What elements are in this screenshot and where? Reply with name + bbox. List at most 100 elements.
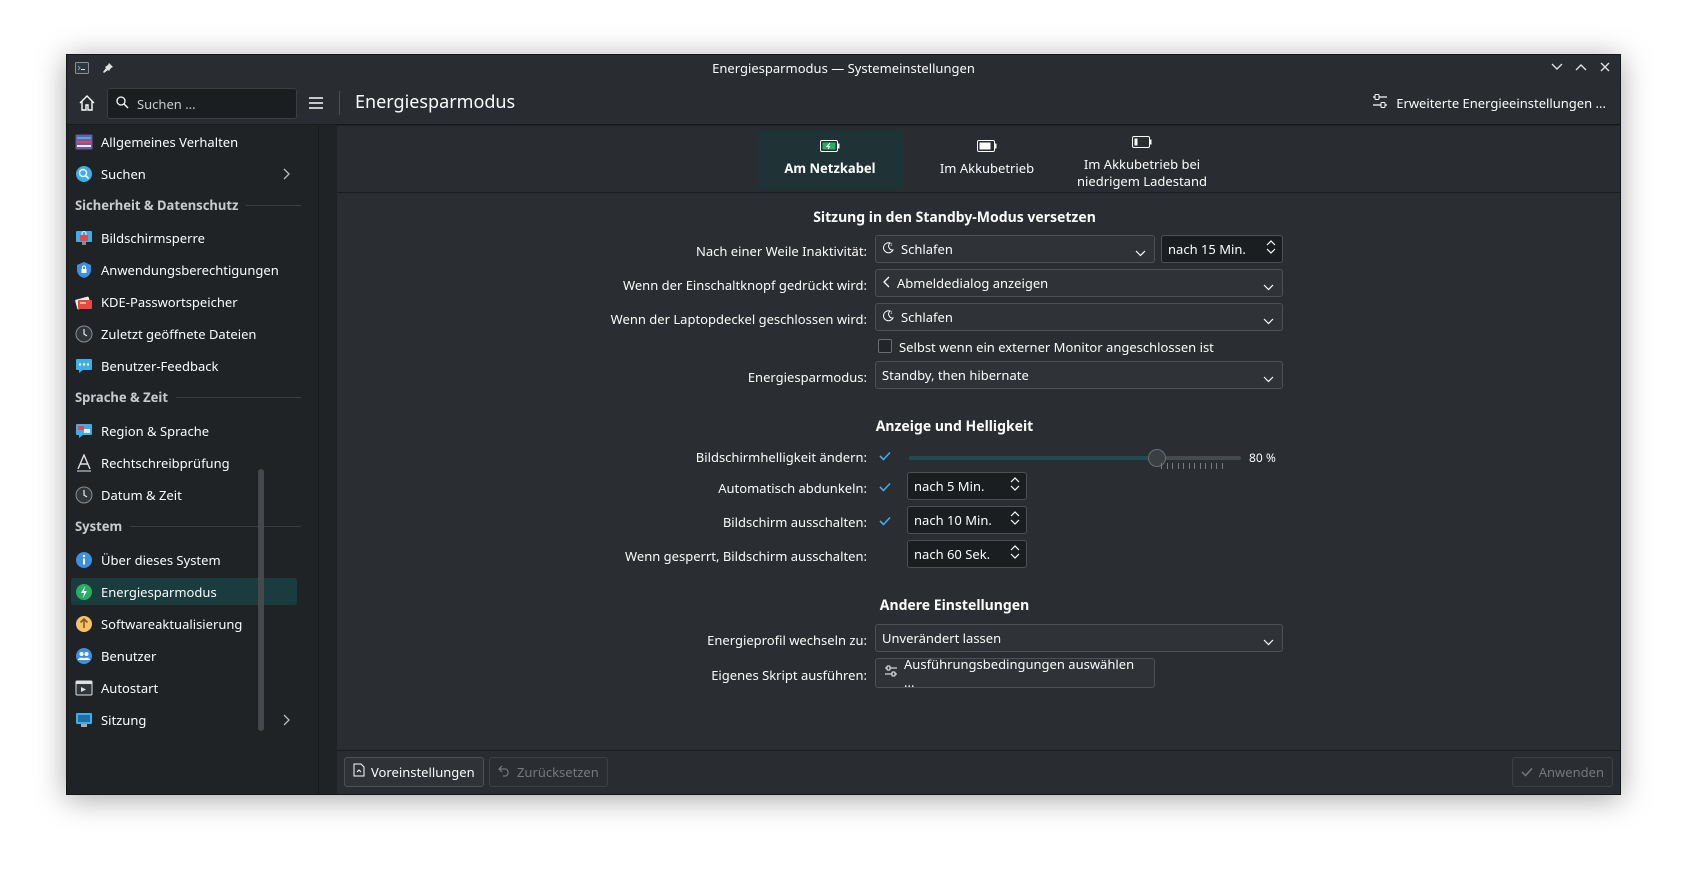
battery-low-icon xyxy=(1132,134,1152,150)
checkmark-icon[interactable] xyxy=(878,514,892,528)
app-menu-icon[interactable] xyxy=(73,59,91,77)
section-header-security: Sicherheit & Datenschutz xyxy=(75,196,301,214)
slider-tick xyxy=(1194,463,1196,469)
advanced-power-settings-button[interactable]: Erweiterte Energieeinstellungen ... xyxy=(1372,93,1606,113)
energy-profile-combo[interactable]: Unverändert lassen xyxy=(875,624,1283,652)
minimize-button[interactable] xyxy=(1548,58,1566,76)
slider-tick xyxy=(1161,463,1163,469)
spin-arrows-icon[interactable] xyxy=(1010,544,1020,560)
slider-tick xyxy=(1166,463,1168,469)
chevron-right-icon xyxy=(283,712,291,730)
locked-screen-off-spinbox[interactable]: nach 60 Sek. xyxy=(907,540,1027,568)
sidebar-item-kde-wallet[interactable]: KDE-Passwortspeicher xyxy=(71,288,297,315)
shield-icon xyxy=(75,261,93,279)
sidebar-item-recent-files[interactable]: Zuletzt geöffnete Dateien xyxy=(71,320,297,347)
sleep-icon: z xyxy=(882,240,895,258)
slider-tick xyxy=(1210,463,1212,469)
sidebar-item-search[interactable]: Suchen xyxy=(71,160,297,187)
checkmark-icon[interactable] xyxy=(878,480,892,494)
locked-screen-off-label: Wenn gesperrt, Bildschirm ausschalten: xyxy=(625,547,867,565)
chevron-down-icon xyxy=(1263,632,1274,650)
slider-tick xyxy=(1183,463,1185,469)
chevron-down-icon xyxy=(1263,311,1274,329)
chevron-down-icon xyxy=(1135,243,1146,261)
search-field[interactable] xyxy=(107,88,297,119)
slider-tick xyxy=(1172,463,1174,469)
sidebar-item-screen-lock[interactable]: Bildschirmsperre xyxy=(71,224,297,251)
energy-profile-label: Energieprofil wechseln zu: xyxy=(707,631,867,649)
advanced-button-label: Erweiterte Energieeinstellungen ... xyxy=(1396,94,1606,112)
reset-button[interactable]: Zurücksetzen xyxy=(489,757,608,787)
sidebar-item-general-behavior[interactable]: Allgemeines Verhalten xyxy=(71,128,297,155)
spin-arrows-icon[interactable] xyxy=(1010,510,1020,526)
footer-bar: Voreinstellungen Zurücksetzen Anwenden xyxy=(337,750,1620,794)
sliders-icon xyxy=(884,664,898,682)
users-icon xyxy=(75,647,93,665)
defaults-button[interactable]: Voreinstellungen xyxy=(344,757,484,787)
section-header-language-time: Sprache & Zeit xyxy=(75,388,301,406)
search-icon xyxy=(75,165,93,183)
spellcheck-icon xyxy=(75,453,93,472)
sleep-icon: z xyxy=(882,308,895,326)
clock-icon xyxy=(75,486,93,504)
close-button[interactable] xyxy=(1596,58,1614,76)
custom-script-label: Eigenes Skript ausführen: xyxy=(711,666,867,684)
chevron-right-icon xyxy=(283,166,291,184)
settings-window: Energiesparmodus — Systemeinstellungen S… xyxy=(66,54,1621,795)
lid-label: Wenn der Laptopdeckel geschlossen wird: xyxy=(610,310,867,328)
lid-action-combo[interactable]: z Schlafen xyxy=(875,303,1283,331)
chevron-down-icon xyxy=(1263,369,1274,387)
battery-icon xyxy=(977,138,997,154)
spin-arrows-icon[interactable] xyxy=(1266,239,1276,255)
slider-tick xyxy=(1188,463,1190,469)
feedback-icon xyxy=(75,357,93,375)
sidebar-item-app-permissions[interactable]: Anwendungsberechtigungen xyxy=(71,256,297,283)
search-input[interactable] xyxy=(135,93,285,114)
hamburger-menu-icon[interactable] xyxy=(305,92,327,114)
execution-conditions-button[interactable]: Ausführungsbedingungen auswählen ... xyxy=(875,655,1155,691)
power-button-action-combo[interactable]: Abmeldedialog anzeigen xyxy=(875,269,1283,297)
power-icon xyxy=(75,583,93,601)
header-separator xyxy=(339,91,340,115)
sidebar-scrollbar[interactable] xyxy=(258,469,264,731)
update-icon xyxy=(75,615,93,633)
external-monitor-checkbox[interactable] xyxy=(878,339,892,353)
brightness-slider-fill xyxy=(909,456,1158,460)
home-icon[interactable] xyxy=(75,91,99,115)
tab-battery[interactable]: Im Akkubetrieb xyxy=(917,130,1057,190)
inactivity-time-spinbox[interactable]: nach 15 Min. xyxy=(1161,235,1283,263)
sleep-mode-combo[interactable]: Standby, then hibernate xyxy=(875,361,1283,389)
auto-dim-spinbox[interactable]: nach 5 Min. xyxy=(907,472,1027,500)
battery-charging-icon xyxy=(820,138,840,154)
autostart-icon xyxy=(75,679,93,697)
window-title: Energiesparmodus — Systemeinstellungen xyxy=(712,59,975,77)
tab-ac-power[interactable]: Am Netzkabel xyxy=(757,130,903,190)
brightness-slider-handle[interactable] xyxy=(1148,449,1167,467)
sleep-mode-label: Energiesparmodus: xyxy=(747,368,867,386)
tab-low-battery[interactable]: Im Akkubetrieb bei niedrigem Ladestand xyxy=(1067,130,1217,190)
maximize-button[interactable] xyxy=(1572,58,1590,76)
info-icon xyxy=(75,551,93,569)
sidebar-item-region-language[interactable]: Region & Sprache xyxy=(71,417,297,444)
slider-tick xyxy=(1216,463,1218,469)
screen-off-spinbox[interactable]: nach 10 Min. xyxy=(907,506,1027,534)
chevron-left-icon xyxy=(882,274,891,292)
power-button-label: Wenn der Einschaltknopf gedrückt wird: xyxy=(623,276,867,294)
auto-dim-label: Automatisch abdunkeln: xyxy=(718,479,867,497)
session-icon xyxy=(75,711,93,729)
slider-tick xyxy=(1177,463,1179,469)
brightness-value: 80 % xyxy=(1249,449,1276,466)
section-title-display: Anzeige und Helligkeit xyxy=(875,417,1034,436)
sliders-icon xyxy=(1372,93,1388,113)
spin-arrows-icon[interactable] xyxy=(1010,476,1020,492)
screen-off-label: Bildschirm ausschalten: xyxy=(722,513,867,531)
svg-text:z: z xyxy=(891,243,893,248)
header-toolbar: Energiesparmodus Erweiterte Energieeinst… xyxy=(67,81,1620,125)
checkmark-icon[interactable] xyxy=(878,449,892,463)
pin-icon[interactable] xyxy=(99,59,117,77)
sidebar-item-user-feedback[interactable]: Benutzer-Feedback xyxy=(71,352,297,379)
apply-button[interactable]: Anwenden xyxy=(1511,757,1613,787)
checkmark-icon xyxy=(1521,763,1533,781)
section-title-standby: Sitzung in den Standby-Modus versetzen xyxy=(813,208,1096,227)
inactivity-action-combo[interactable]: z Schlafen xyxy=(875,235,1155,263)
